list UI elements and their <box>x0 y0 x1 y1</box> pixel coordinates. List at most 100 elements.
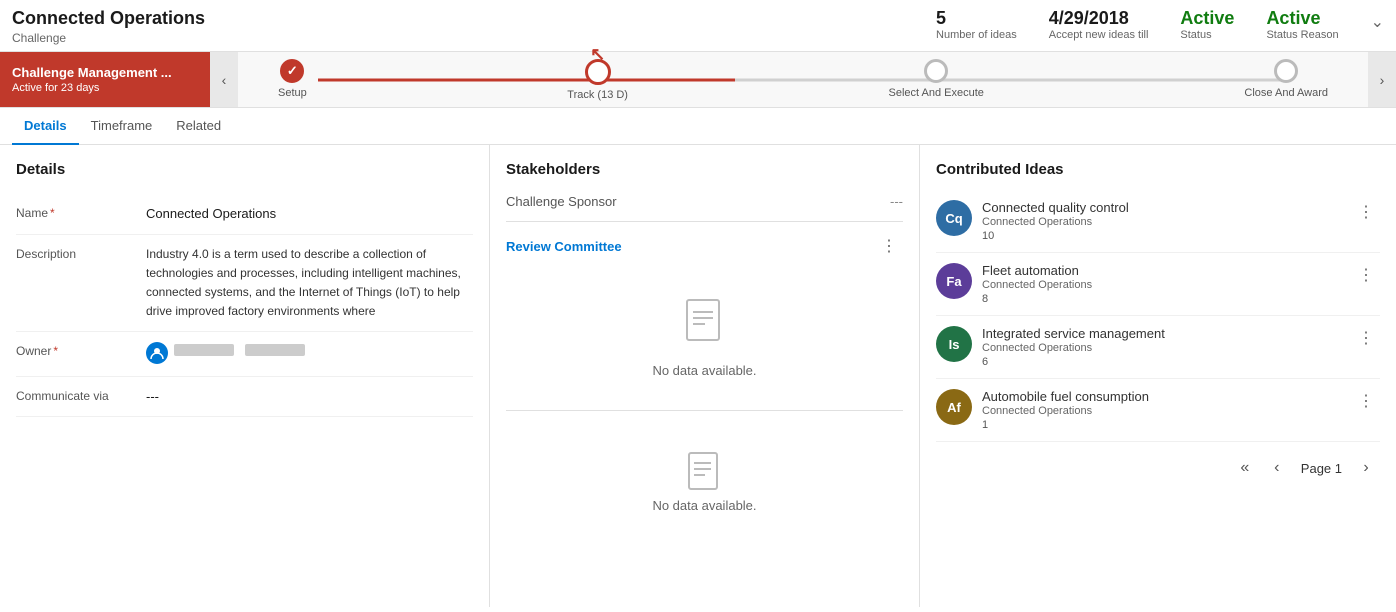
review-committee-no-data: No data available. <box>506 266 903 410</box>
field-communicate: Communicate via --- <box>16 377 473 418</box>
idea-avatar-is: Is <box>936 326 972 362</box>
tab-timeframe[interactable]: Timeframe <box>79 108 165 145</box>
owner-blurred-2 <box>245 344 305 356</box>
chevron-down-icon: ⌄ <box>1371 12 1384 32</box>
step-circle-select <box>924 59 948 83</box>
challenge-banner[interactable]: Challenge Management ... Active for 23 d… <box>0 52 210 107</box>
page-title: Connected Operations <box>12 8 205 29</box>
field-communicate-value: --- <box>146 387 473 407</box>
first-page-icon: « <box>1240 459 1249 477</box>
second-no-data-section: No data available. <box>506 410 903 545</box>
stat-date-value: 4/29/2018 <box>1049 8 1129 29</box>
stat-date: 4/29/2018 Accept new ideas till <box>1049 8 1149 41</box>
tab-details[interactable]: Details <box>12 108 79 145</box>
expand-button[interactable]: ⌄ <box>1371 8 1384 32</box>
pagination: « ‹ Page 1 › <box>936 446 1380 490</box>
sponsor-row: Challenge Sponsor --- <box>506 190 903 213</box>
idea-more-cq[interactable]: ⋮ <box>1352 200 1380 224</box>
prev-page-button[interactable]: ‹ <box>1263 454 1291 482</box>
next-page-button[interactable]: › <box>1352 454 1380 482</box>
step-circle-close <box>1274 59 1298 83</box>
first-page-button[interactable]: « <box>1231 454 1259 482</box>
progress-nav-left-button[interactable]: ‹ <box>210 52 238 107</box>
ideas-list: Cq Connected quality control Connected O… <box>936 190 1380 442</box>
step-setup[interactable]: ✓ Setup <box>278 59 307 101</box>
idea-item-af: Af Automobile fuel consumption Connected… <box>936 379 1380 442</box>
contributed-ideas-panel: Contributed Ideas Cq Connected quality c… <box>920 145 1396 607</box>
step-track[interactable]: ↖ Track (13 D) <box>567 59 628 101</box>
idea-more-fa[interactable]: ⋮ <box>1352 263 1380 287</box>
stat-status-reason-label: Status Reason <box>1266 29 1338 41</box>
idea-title-fa: Fleet automation <box>982 263 1342 278</box>
field-name-value: Connected Operations <box>146 204 473 224</box>
idea-more-is[interactable]: ⋮ <box>1352 326 1380 350</box>
idea-subtitle-cq: Connected Operations <box>982 216 1342 228</box>
stat-status-label: Status <box>1180 29 1211 41</box>
step-label-close: Close And Award <box>1244 87 1328 99</box>
tabs-bar: Details Timeframe Related <box>0 108 1396 145</box>
field-name-required: * <box>50 206 55 220</box>
idea-subtitle-is: Connected Operations <box>982 342 1342 354</box>
idea-item-is: Is Integrated service management Connect… <box>936 316 1380 379</box>
stat-status: Active Status <box>1180 8 1234 41</box>
idea-item-cq: Cq Connected quality control Connected O… <box>936 190 1380 253</box>
stat-date-label: Accept new ideas till <box>1049 29 1149 41</box>
main-content: Details Name* Connected Operations Descr… <box>0 145 1396 607</box>
stat-ideas-label: Number of ideas <box>936 29 1017 41</box>
details-panel: Details Name* Connected Operations Descr… <box>0 145 490 607</box>
stat-status-value: Active <box>1180 8 1234 29</box>
idea-avatar-fa: Fa <box>936 263 972 299</box>
progress-steps: ✓ Setup ↖ Track (13 D) Select And Execut… <box>278 59 1328 101</box>
step-label-setup: Setup <box>278 87 307 99</box>
progress-section: Challenge Management ... Active for 23 d… <box>0 52 1396 108</box>
idea-info-af: Automobile fuel consumption Connected Op… <box>982 389 1342 431</box>
field-owner-value <box>146 342 473 366</box>
sponsor-label: Challenge Sponsor <box>506 194 617 209</box>
header-left: Connected Operations Challenge <box>12 8 205 45</box>
no-data-text-1: No data available. <box>652 363 756 378</box>
field-description-label: Description <box>16 245 146 261</box>
second-no-data-container: No data available. <box>506 419 903 545</box>
step-label-select: Select And Execute <box>889 87 984 99</box>
idea-info-is: Integrated service management Connected … <box>982 326 1342 368</box>
owner-blurred-1 <box>174 344 234 356</box>
idea-count-fa: 8 <box>982 293 1342 305</box>
step-select[interactable]: Select And Execute <box>889 59 984 101</box>
idea-title-af: Automobile fuel consumption <box>982 389 1342 404</box>
stat-status-reason-value: Active <box>1266 8 1320 29</box>
field-owner-required: * <box>53 344 58 358</box>
field-owner-label: Owner* <box>16 342 146 358</box>
owner-avatar-icon <box>146 342 168 364</box>
page-header: Connected Operations Challenge 5 Number … <box>0 0 1396 52</box>
idea-subtitle-af: Connected Operations <box>982 405 1342 417</box>
no-data-icon-2 <box>687 451 723 498</box>
review-committee-label: Review Committee <box>506 239 622 254</box>
tab-related[interactable]: Related <box>164 108 233 145</box>
next-page-icon: › <box>1363 459 1368 477</box>
ideas-header: Contributed Ideas <box>936 161 1380 178</box>
chevron-right-icon: › <box>1380 72 1385 88</box>
page-info: Page 1 <box>1295 461 1348 476</box>
no-data-icon-1 <box>685 298 725 355</box>
banner-sub: Active for 23 days <box>12 82 198 94</box>
idea-avatar-cq: Cq <box>936 200 972 236</box>
step-label-track: Track (13 D) <box>567 89 628 101</box>
header-stats: 5 Number of ideas 4/29/2018 Accept new i… <box>936 8 1384 41</box>
idea-avatar-af: Af <box>936 389 972 425</box>
idea-item-fa: Fa Fleet automation Connected Operations… <box>936 253 1380 316</box>
step-close[interactable]: Close And Award <box>1244 59 1328 101</box>
step-circle-setup: ✓ <box>280 59 304 83</box>
ideas-title: Contributed Ideas <box>936 161 1064 178</box>
progress-nav-right-button[interactable]: › <box>1368 52 1396 107</box>
idea-count-cq: 10 <box>982 230 1342 242</box>
field-name-label: Name* <box>16 204 146 220</box>
review-committee-section: Review Committee ⋮ No data available. <box>506 221 903 410</box>
progress-track: ✓ Setup ↖ Track (13 D) Select And Execut… <box>238 52 1368 107</box>
idea-info-cq: Connected quality control Connected Oper… <box>982 200 1342 242</box>
no-data-text-2: No data available. <box>652 498 756 513</box>
review-committee-more-icon[interactable]: ⋮ <box>875 234 903 258</box>
owner-avatar <box>146 342 305 364</box>
page-subtitle: Challenge <box>12 31 205 45</box>
idea-more-af[interactable]: ⋮ <box>1352 389 1380 413</box>
idea-count-is: 6 <box>982 356 1342 368</box>
